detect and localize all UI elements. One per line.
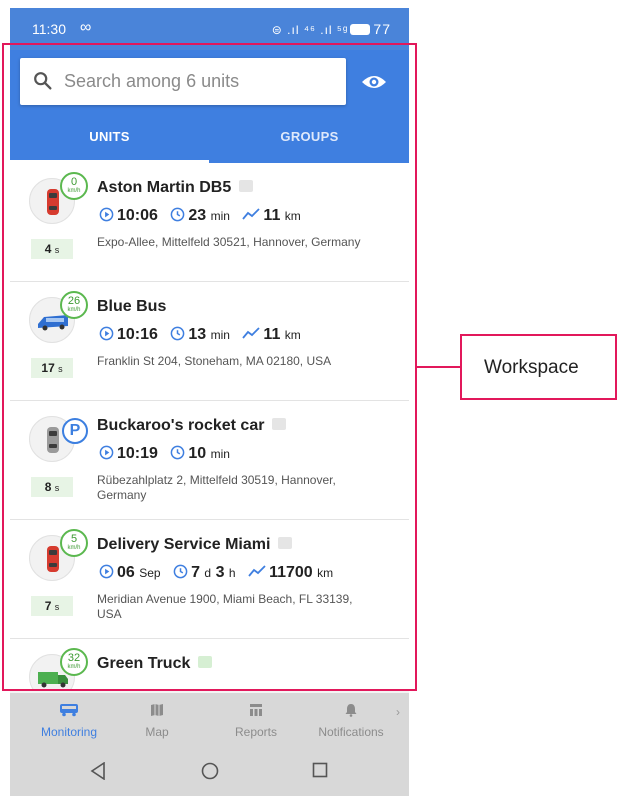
callout-label: Workspace	[484, 357, 579, 378]
status-time: 11:30	[32, 21, 66, 37]
home-icon[interactable]	[201, 762, 219, 780]
recents-icon[interactable]	[312, 762, 328, 778]
infinity-icon: ∞	[80, 19, 92, 36]
nav-label: Reports	[234, 725, 278, 739]
battery-icon	[350, 24, 371, 35]
nav-label: Notifications	[318, 725, 384, 739]
map-icon	[151, 704, 163, 716]
callout-line	[416, 366, 460, 368]
nav-label: Map	[145, 725, 169, 739]
network-icons: ⊜ .ıl ⁴⁶ .ıl ⁵ᵍ	[271, 23, 349, 37]
nav-map[interactable]: Map	[112, 703, 202, 739]
back-icon[interactable]	[90, 762, 106, 780]
battery-level: 77	[373, 21, 391, 37]
reports-icon	[250, 704, 262, 716]
nav-reports[interactable]: Reports	[211, 703, 301, 739]
workspace-highlight-frame	[2, 43, 417, 691]
workspace-callout: Workspace	[460, 334, 617, 400]
system-navigation-bar	[10, 750, 409, 796]
nav-label: Monitoring	[40, 725, 98, 739]
bus-icon	[60, 704, 78, 717]
nav-more-chevron-icon[interactable]: ›	[396, 705, 400, 719]
bottom-navigation: Monitoring Map Reports Notifications ›	[10, 693, 409, 750]
bell-icon	[345, 704, 357, 717]
nav-monitoring[interactable]: Monitoring	[24, 703, 114, 739]
nav-notifications[interactable]: Notifications	[306, 703, 396, 739]
signal-icons: ⊜ .ıl ⁴⁶ .ıl ⁵ᵍ 77	[272, 21, 391, 37]
